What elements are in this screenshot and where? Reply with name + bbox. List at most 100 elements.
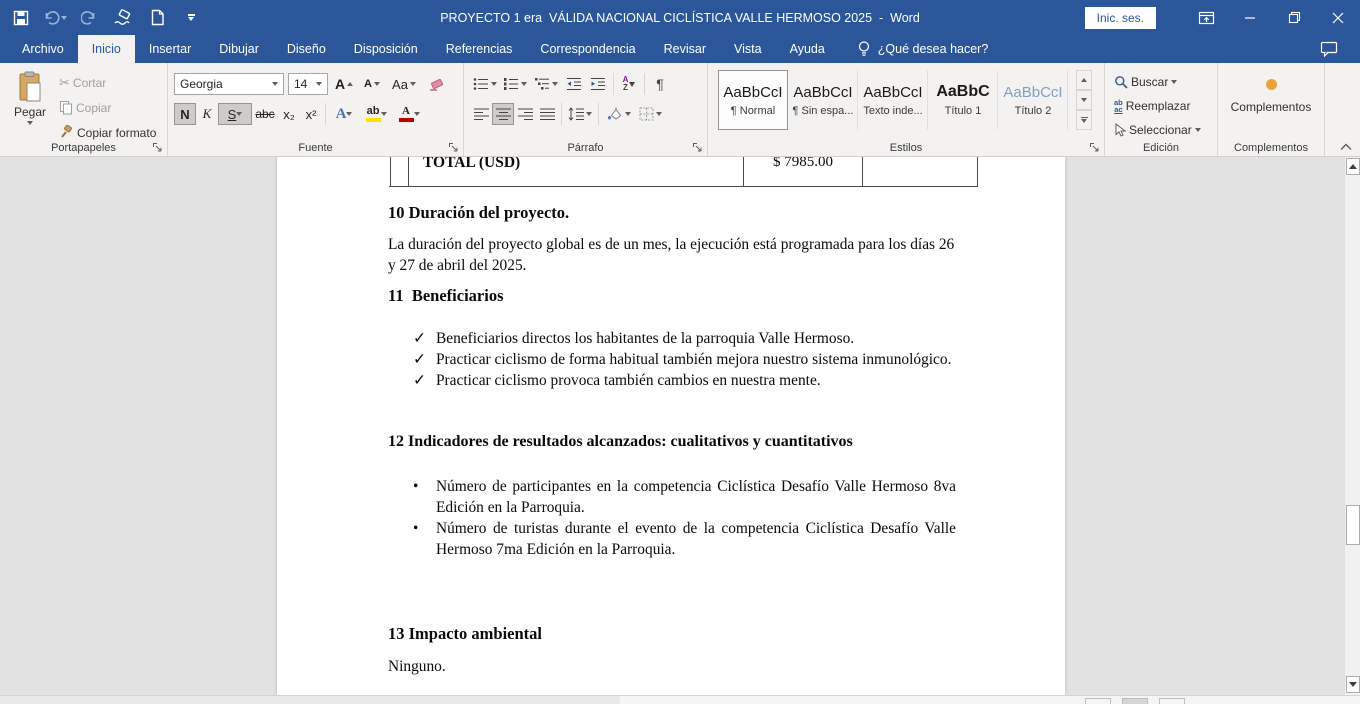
- sign-in-button[interactable]: Inic. ses.: [1085, 7, 1156, 29]
- align-right-button[interactable]: [514, 103, 536, 125]
- scroll-down-button[interactable]: [1346, 676, 1360, 693]
- subscript-button[interactable]: x₂: [278, 103, 300, 125]
- paragraph-row-1: AZ ¶: [470, 73, 672, 95]
- ribbon-display-options-button[interactable]: [1184, 0, 1228, 35]
- copy-button[interactable]: Copiar: [58, 97, 157, 118]
- style-normal[interactable]: AaBbCcI ¶ Normal: [718, 70, 788, 130]
- format-painter-button[interactable]: Copiar formato: [58, 122, 157, 143]
- find-button[interactable]: Buscar: [1113, 71, 1202, 92]
- view-read-mode-button[interactable]: [1085, 698, 1111, 704]
- underline-button[interactable]: S: [218, 103, 252, 125]
- show-paragraph-marks-button[interactable]: ¶: [648, 73, 672, 95]
- save-button[interactable]: [10, 6, 32, 30]
- grow-font-button[interactable]: A: [332, 73, 356, 95]
- dialog-launcher-portapapeles[interactable]: [152, 141, 164, 153]
- select-button[interactable]: Seleccionar: [1113, 119, 1202, 140]
- tab-insertar[interactable]: Insertar: [135, 35, 205, 63]
- paragraph-impacto: Ninguno.: [388, 656, 963, 677]
- style-gallery-more-button[interactable]: [1076, 110, 1092, 130]
- minimize-button[interactable]: [1228, 0, 1272, 35]
- customize-qat-button[interactable]: [180, 6, 202, 30]
- strikethrough-button[interactable]: abc: [252, 103, 278, 125]
- new-document-button[interactable]: [146, 6, 168, 30]
- dialog-launcher-fuente[interactable]: [448, 141, 460, 153]
- increase-indent-button[interactable]: [586, 73, 610, 95]
- vertical-scrollbar[interactable]: [1344, 157, 1360, 695]
- highlight-color-button[interactable]: ab: [359, 103, 393, 125]
- scrollbar-thumb[interactable]: [1346, 505, 1360, 545]
- multilevel-caret: [552, 82, 558, 86]
- style-titulo-1[interactable]: AaBbC Título 1: [928, 70, 998, 130]
- complementos-button[interactable]: Complementos: [1218, 71, 1324, 135]
- close-icon: [1332, 12, 1344, 24]
- bullet-icon: •: [413, 476, 418, 497]
- change-case-button[interactable]: Aa: [388, 73, 420, 95]
- borders-button[interactable]: [634, 103, 666, 125]
- title-bar-controls: Inic. ses.: [1085, 0, 1360, 35]
- dialog-launcher-parrafo[interactable]: [692, 141, 704, 153]
- tab-inicio[interactable]: Inicio: [78, 35, 135, 63]
- document-page[interactable]: TOTAL (USD) $ 7985.00 10 Duración del pr…: [277, 157, 1065, 695]
- redo-button[interactable]: [78, 6, 100, 30]
- tab-archivo[interactable]: Archivo: [8, 35, 78, 63]
- cut-button[interactable]: ✂ Cortar: [58, 72, 157, 93]
- font-color-button[interactable]: A: [393, 103, 425, 125]
- view-print-layout-button[interactable]: [1122, 698, 1148, 704]
- ribbon-display-options-icon: [1198, 10, 1215, 26]
- close-button[interactable]: [1316, 0, 1360, 35]
- chevron-up-icon: [1340, 143, 1356, 151]
- justify-button[interactable]: [536, 103, 558, 125]
- tab-referencias[interactable]: Referencias: [432, 35, 527, 63]
- select-caret: [1195, 128, 1201, 132]
- clear-formatting-button[interactable]: [424, 73, 448, 95]
- font-size-combo[interactable]: 14: [288, 73, 328, 95]
- shading-caret: [625, 112, 631, 116]
- collapse-ribbon-button[interactable]: [1340, 140, 1356, 154]
- bold-button[interactable]: N: [174, 103, 196, 125]
- tab-correspondencia[interactable]: Correspondencia: [526, 35, 649, 63]
- feedback-button[interactable]: [1320, 35, 1350, 63]
- style-sin-espaciado[interactable]: AaBbCcI ¶ Sin espa...: [788, 70, 858, 130]
- paste-button[interactable]: Pegar: [8, 70, 52, 140]
- multilevel-list-button[interactable]: [530, 73, 562, 95]
- italic-button[interactable]: K: [196, 103, 218, 125]
- decrease-indent-button[interactable]: [562, 73, 586, 95]
- line-spacing-icon: [568, 107, 584, 121]
- tab-vista[interactable]: Vista: [720, 35, 776, 63]
- font-family-combo[interactable]: Georgia: [174, 73, 284, 95]
- undo-dropdown-caret: [61, 16, 67, 20]
- align-left-button[interactable]: [470, 103, 492, 125]
- pilcrow-icon: ¶: [656, 76, 664, 92]
- line-spacing-button[interactable]: [565, 103, 595, 125]
- tab-revisar[interactable]: Revisar: [650, 35, 720, 63]
- dialog-launcher-estilos[interactable]: [1089, 141, 1101, 153]
- tab-dibujar[interactable]: Dibujar: [205, 35, 273, 63]
- style-titulo-2[interactable]: AaBbCcI Título 2: [998, 70, 1068, 130]
- style-texto-independiente[interactable]: AaBbCcI Texto inde...: [858, 70, 928, 130]
- undo-button[interactable]: [44, 6, 66, 30]
- replace-button[interactable]: abac Reemplazar: [1113, 95, 1202, 116]
- shading-button[interactable]: [602, 103, 634, 125]
- tab-ayuda[interactable]: Ayuda: [776, 35, 839, 63]
- tab-disposicion[interactable]: Disposición: [340, 35, 432, 63]
- sort-button[interactable]: AZ: [617, 73, 641, 95]
- shrink-font-button[interactable]: A: [360, 73, 384, 95]
- tab-diseno[interactable]: Diseño: [273, 35, 340, 63]
- superscript-button[interactable]: x²: [300, 103, 322, 125]
- style-scroll-up-button[interactable]: [1076, 70, 1092, 90]
- title-bar: PROYECTO 1 era VÁLIDA NACIONAL CICLÍSTIC…: [0, 0, 1360, 35]
- paste-label: Pegar: [14, 105, 46, 119]
- status-bar: [0, 695, 1360, 704]
- ink-eraser-button[interactable]: [112, 6, 134, 30]
- align-center-button[interactable]: [492, 103, 514, 125]
- text-effects-button[interactable]: A: [329, 103, 359, 125]
- restore-button[interactable]: [1272, 0, 1316, 35]
- style-scroll-down-button[interactable]: [1076, 90, 1092, 110]
- tell-me-button[interactable]: ¿Qué desea hacer?: [845, 35, 1001, 63]
- scroll-up-button[interactable]: [1346, 158, 1360, 175]
- text-effects-caret: [346, 112, 352, 116]
- numbering-button[interactable]: [500, 73, 530, 95]
- view-web-layout-button[interactable]: [1159, 698, 1185, 704]
- new-document-icon: [150, 9, 165, 26]
- bullets-button[interactable]: [470, 73, 500, 95]
